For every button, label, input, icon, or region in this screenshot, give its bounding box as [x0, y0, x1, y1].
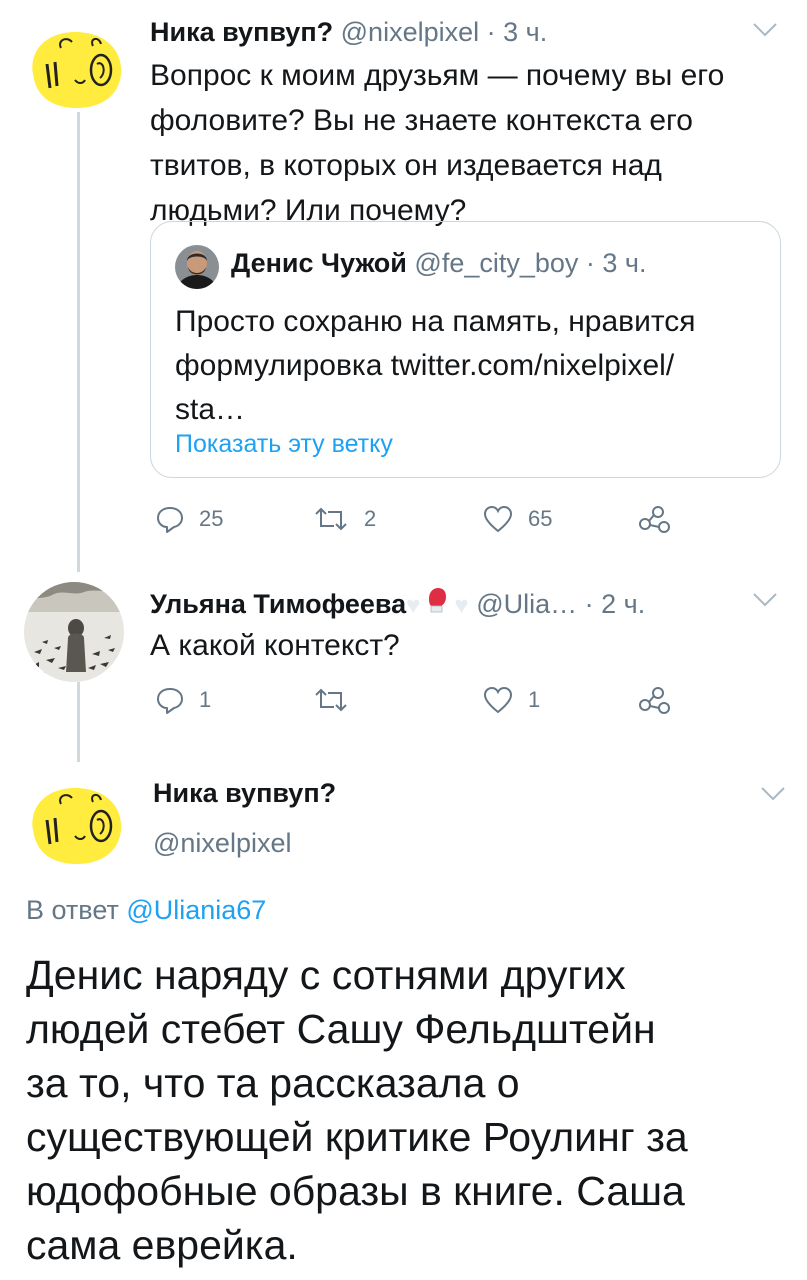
like-count: 1	[528, 687, 541, 712]
tweet-text: А какой контекст?	[150, 629, 400, 662]
author-handle[interactable]: @Ulia…	[476, 589, 577, 619]
reply-count: 25	[199, 506, 224, 531]
tweet-header: Ника вупвуп? @nixelpixel · 3 ч.	[150, 17, 547, 48]
reply-count: 1	[199, 687, 212, 712]
retweet-icon	[312, 685, 350, 715]
quote-header: Денис Чужой @fe_city_boy · 3 ч.	[231, 248, 647, 279]
quote-avatar	[175, 245, 219, 289]
tweet-time[interactable]: · 3 ч.	[487, 17, 548, 47]
chevron-down-icon[interactable]	[752, 592, 778, 613]
show-thread-link[interactable]: Показать эту ветку	[175, 430, 393, 459]
tweet-text: Вопрос к моим друзьям — почему вы его фо…	[150, 59, 725, 227]
reply-button[interactable]: 1	[155, 685, 211, 715]
avatar[interactable]	[27, 768, 127, 868]
tweet-time[interactable]: · 2 ч.	[585, 589, 646, 619]
reply-icon	[155, 685, 185, 715]
white-heart-icon: ♥	[406, 592, 421, 619]
share-icon	[638, 504, 672, 534]
white-heart-icon: ♥	[454, 592, 469, 619]
share-button[interactable]	[638, 685, 672, 715]
share-button[interactable]	[638, 504, 672, 534]
share-icon	[638, 685, 672, 715]
retweet-button[interactable]: 2	[312, 504, 376, 534]
author-handle[interactable]: @nixelpixel	[341, 17, 479, 47]
heart-icon	[482, 685, 514, 715]
quote-author-handle: @fe_city_boy	[414, 248, 579, 278]
reply-icon	[155, 504, 185, 534]
retweet-button[interactable]	[312, 685, 350, 715]
like-button[interactable]: 65	[482, 504, 552, 534]
like-button[interactable]: 1	[482, 685, 540, 715]
heart-icon	[482, 504, 514, 534]
avatar[interactable]	[27, 12, 127, 112]
retweet-icon	[312, 504, 350, 534]
retweet-count: 2	[364, 506, 377, 531]
author-name[interactable]: Ника вупвуп?	[153, 778, 336, 809]
quote-author-name: Денис Чужой	[231, 248, 407, 278]
reply-to-link[interactable]: @Uliania67	[126, 895, 266, 925]
chevron-down-icon[interactable]	[752, 22, 778, 43]
thread-line	[77, 112, 80, 572]
tweet-header: Ульяна Тимофеева♥ ♥ @Ulia… · 2 ч.	[150, 587, 645, 624]
avatar[interactable]	[24, 582, 124, 682]
like-count: 65	[528, 506, 553, 531]
thread-line	[77, 682, 80, 762]
reply-prefix: В ответ	[26, 895, 119, 925]
author-name[interactable]: Ника вупвуп?	[150, 17, 333, 47]
quote-time: · 3 ч.	[585, 248, 647, 278]
quoted-tweet[interactable]: Денис Чужой @fe_city_boy · 3 ч. Просто с…	[150, 221, 781, 478]
quote-text: Просто сохраню на память, нравится форму…	[175, 305, 696, 426]
reply-context: В ответ @Uliania67	[26, 895, 266, 926]
author-handle[interactable]: @nixelpixel	[153, 828, 291, 859]
author-name[interactable]: Ульяна Тимофеева	[150, 589, 406, 619]
chevron-down-icon[interactable]	[760, 786, 786, 807]
boxing-glove-icon	[426, 587, 448, 624]
reply-button[interactable]: 25	[155, 504, 223, 534]
main-tweet-text: Денис наряду с сотнями других людей стеб…	[26, 952, 688, 1268]
